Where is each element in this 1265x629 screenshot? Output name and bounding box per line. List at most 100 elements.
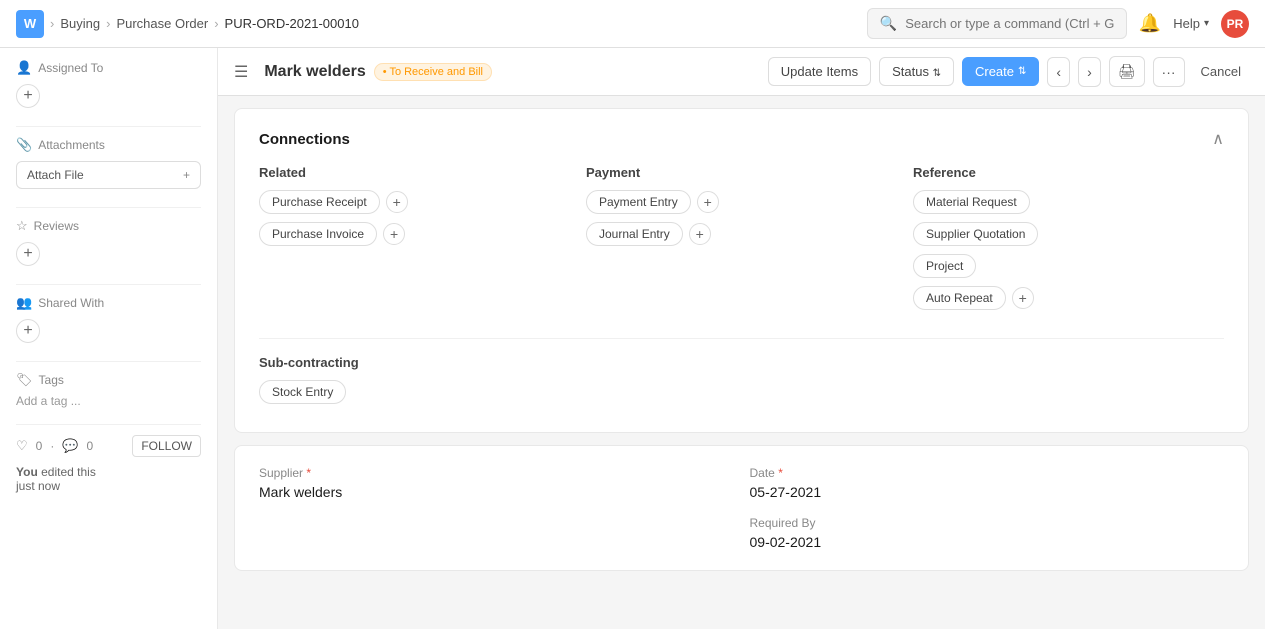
- shared-with-section: 👥 Shared With +: [16, 295, 201, 343]
- date-label: Date *: [750, 466, 1225, 480]
- supplier-value[interactable]: Mark welders: [259, 484, 734, 500]
- form-card: Supplier * Mark welders Date * 05-27-202…: [234, 445, 1249, 571]
- more-button[interactable]: ···: [1153, 57, 1185, 87]
- prev-button[interactable]: ‹: [1047, 57, 1070, 87]
- auto-repeat-item: Auto Repeat +: [913, 286, 1224, 310]
- add-assigned-button[interactable]: +: [16, 84, 40, 108]
- status-label: Status: [892, 64, 929, 79]
- next-button[interactable]: ›: [1078, 57, 1101, 87]
- connections-title: Connections: [259, 131, 350, 148]
- supplier-label: Supplier *: [259, 466, 734, 480]
- required-by-field: Required By 09-02-2021: [750, 516, 1225, 550]
- reference-column: Reference Material Request Supplier Quot…: [913, 165, 1224, 318]
- sidebar: 👤 Assigned To + 📎 Attachments Attach Fil…: [0, 48, 218, 629]
- follow-button[interactable]: FOLLOW: [132, 435, 201, 457]
- project-item: Project: [913, 254, 1224, 278]
- attachment-icon: 📎: [16, 137, 32, 153]
- navbar-left: W › Buying › Purchase Order › PUR-ORD-20…: [16, 10, 359, 38]
- add-purchase-invoice-button[interactable]: +: [383, 223, 405, 245]
- search-bar[interactable]: 🔍: [867, 8, 1127, 39]
- stock-entry-item: Stock Entry: [259, 380, 1224, 404]
- doc-area: ☰ Mark welders • To Receive and Bill Upd…: [218, 48, 1265, 629]
- search-icon: 🔍: [880, 15, 897, 32]
- likes-count: 0: [36, 439, 43, 453]
- activity-user: You: [16, 465, 38, 479]
- help-chevron-icon: ▾: [1204, 18, 1209, 29]
- print-button[interactable]: 🖨: [1109, 56, 1145, 87]
- connections-card: Connections ∧ Related Purchase Receipt +…: [234, 108, 1249, 433]
- tags-label: 🏷 Tags: [16, 372, 201, 388]
- search-input[interactable]: [905, 16, 1114, 31]
- add-payment-entry-button[interactable]: +: [697, 191, 719, 213]
- status-chevron-icon: ⇅: [933, 68, 941, 79]
- project-tag[interactable]: Project: [913, 254, 976, 278]
- divider-4: [16, 361, 201, 362]
- supplier-quotation-tag[interactable]: Supplier Quotation: [913, 222, 1038, 246]
- assigned-to-label: 👤 Assigned To: [16, 60, 201, 76]
- payment-column: Payment Payment Entry + Journal Entry +: [586, 165, 897, 318]
- user-icon: 👤: [16, 60, 32, 76]
- activity-entry: You edited this just now: [16, 465, 201, 493]
- like-icon: ♡: [16, 438, 28, 454]
- stock-entry-tag[interactable]: Stock Entry: [259, 380, 346, 404]
- payment-entry-item: Payment Entry +: [586, 190, 897, 214]
- add-shared-button[interactable]: +: [16, 319, 40, 343]
- help-label: Help: [1173, 16, 1200, 31]
- connections-header: Connections ∧: [259, 129, 1224, 149]
- related-title: Related: [259, 165, 570, 180]
- auto-repeat-tag[interactable]: Auto Repeat: [913, 286, 1006, 310]
- sep3: ›: [214, 16, 218, 31]
- status-button[interactable]: Status ⇅: [879, 57, 954, 86]
- doc-title: Mark welders: [264, 63, 365, 81]
- date-value[interactable]: 05-27-2021: [750, 484, 1225, 500]
- supplier-field: Supplier * Mark welders: [259, 466, 734, 500]
- form-grid: Supplier * Mark welders Date * 05-27-202…: [259, 466, 1224, 550]
- related-column: Related Purchase Receipt + Purchase Invo…: [259, 165, 570, 318]
- reviews-section: ☆ Reviews +: [16, 218, 201, 266]
- divider-3: [16, 284, 201, 285]
- help-button[interactable]: Help ▾: [1173, 16, 1209, 31]
- journal-entry-tag[interactable]: Journal Entry: [586, 222, 683, 246]
- payment-title: Payment: [586, 165, 897, 180]
- payment-entry-tag[interactable]: Payment Entry: [586, 190, 691, 214]
- add-review-button[interactable]: +: [16, 242, 40, 266]
- add-tag-input[interactable]: Add a tag ...: [16, 394, 81, 408]
- add-auto-repeat-button[interactable]: +: [1012, 287, 1034, 309]
- create-chevron-icon: ⇅: [1018, 66, 1026, 77]
- add-journal-entry-button[interactable]: +: [689, 223, 711, 245]
- assigned-to-section: 👤 Assigned To +: [16, 60, 201, 108]
- status-badge: • To Receive and Bill: [374, 63, 492, 81]
- app-icon[interactable]: W: [16, 10, 44, 38]
- reference-title: Reference: [913, 165, 1224, 180]
- cancel-button[interactable]: Cancel: [1193, 58, 1249, 85]
- purchase-invoice-tag[interactable]: Purchase Invoice: [259, 222, 377, 246]
- breadcrumb-buying[interactable]: Buying: [60, 16, 100, 31]
- comment-icon: 💬: [62, 438, 78, 454]
- material-request-tag[interactable]: Material Request: [913, 190, 1030, 214]
- navbar: W › Buying › Purchase Order › PUR-ORD-20…: [0, 0, 1265, 48]
- breadcrumb-purchase-order[interactable]: Purchase Order: [116, 16, 208, 31]
- attach-file-button[interactable]: Attach File +: [16, 161, 201, 189]
- doc-toolbar-left: ☰ Mark welders • To Receive and Bill: [234, 62, 760, 82]
- add-purchase-receipt-button[interactable]: +: [386, 191, 408, 213]
- breadcrumb-current: PUR-ORD-2021-00010: [225, 16, 359, 31]
- tag-icon: 🏷: [16, 372, 33, 388]
- required-by-value[interactable]: 09-02-2021: [750, 534, 1225, 550]
- divider-2: [16, 207, 201, 208]
- collapse-connections-button[interactable]: ∧: [1212, 129, 1224, 149]
- divider-1: [16, 126, 201, 127]
- activity-action: edited this: [41, 465, 96, 479]
- material-request-item: Material Request: [913, 190, 1224, 214]
- required-by-label: Required By: [750, 516, 1225, 530]
- create-button[interactable]: Create ⇅: [962, 57, 1039, 86]
- reviews-label: ☆ Reviews: [16, 218, 201, 234]
- dot-sep: ·: [50, 439, 54, 453]
- notification-icon[interactable]: 🔔: [1139, 13, 1161, 34]
- main-layout: 👤 Assigned To + 📎 Attachments Attach Fil…: [0, 48, 1265, 629]
- menu-icon[interactable]: ☰: [234, 62, 248, 82]
- update-items-button[interactable]: Update Items: [768, 57, 871, 86]
- sep1: ›: [50, 16, 54, 31]
- avatar[interactable]: PR: [1221, 10, 1249, 38]
- attach-file-label: Attach File: [27, 168, 84, 182]
- purchase-receipt-tag[interactable]: Purchase Receipt: [259, 190, 380, 214]
